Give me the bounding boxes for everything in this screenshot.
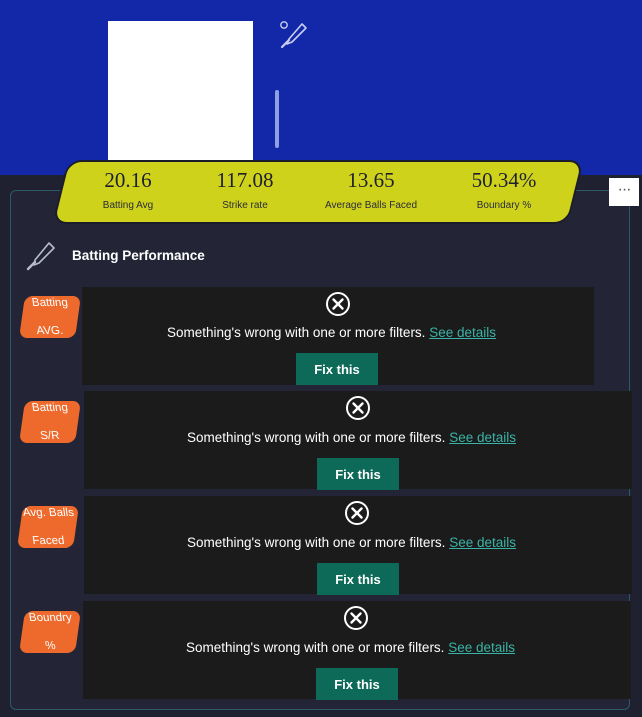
- see-details-link[interactable]: See details: [448, 640, 515, 655]
- fix-this-button[interactable]: Fix this: [317, 458, 399, 490]
- section-title: Batting Performance: [72, 248, 205, 263]
- metric-tag-batting-sr: Batting S/R: [19, 401, 81, 443]
- player-photo: [108, 21, 253, 161]
- error-message: Something's wrong with one or more filte…: [186, 640, 516, 655]
- stat-boundary-pct: 50.34% Boundary %: [459, 168, 549, 211]
- see-details-link[interactable]: See details: [449, 535, 516, 550]
- tag-line: Batting: [31, 297, 69, 309]
- error-card: Something's wrong with one or more filte…: [84, 496, 632, 595]
- tag-line: Faced: [31, 535, 65, 547]
- error-message: Something's wrong with one or more filte…: [187, 430, 517, 445]
- more-options-button[interactable]: ···: [609, 178, 639, 206]
- close-circle-icon: [345, 501, 369, 525]
- error-card: Something's wrong with one or more filte…: [82, 287, 594, 385]
- stat-value: 13.65: [347, 168, 395, 192]
- error-card: Something's wrong with one or more filte…: [83, 601, 631, 700]
- scroll-handle[interactable]: [275, 90, 279, 148]
- error-message: Something's wrong with one or more filte…: [187, 535, 517, 550]
- error-message: Something's wrong with one or more filte…: [167, 325, 497, 340]
- stat-value: 50.34%: [471, 168, 537, 192]
- header-banner: [0, 0, 642, 175]
- tag-line: AVG.: [35, 325, 65, 337]
- tag-line: Batting: [31, 402, 69, 414]
- stat-label: Batting Avg: [102, 200, 154, 211]
- tag-line: S/R: [39, 430, 61, 442]
- stat-value: 117.08: [216, 168, 274, 192]
- see-details-link[interactable]: See details: [449, 430, 516, 445]
- fix-this-button[interactable]: Fix this: [296, 353, 378, 385]
- cricket-bat-icon: [280, 21, 307, 49]
- stat-strike-rate: 117.08 Strike rate: [205, 168, 285, 211]
- close-circle-icon: [326, 292, 350, 316]
- stat-label: Average Balls Faced: [324, 200, 418, 211]
- tag-line: Boundry: [27, 612, 73, 624]
- metric-tag-boundary-pct: Boundry%: [19, 611, 81, 653]
- fix-this-button[interactable]: Fix this: [317, 563, 399, 595]
- tag-line: Avg. Balls: [21, 507, 75, 519]
- close-circle-icon: [346, 396, 370, 420]
- metric-tag-batting-avg: Batting AVG.: [19, 296, 81, 338]
- close-circle-icon: [344, 606, 368, 630]
- tag-line: %: [44, 640, 56, 652]
- error-card: Something's wrong with one or more filte…: [84, 391, 632, 490]
- metric-tag-avg-balls-faced: Avg. Balls Faced: [17, 506, 79, 548]
- stat-value: 20.16: [104, 168, 152, 192]
- cricket-bat-icon: [26, 242, 55, 271]
- stat-average-balls-faced: 13.65 Average Balls Faced: [316, 168, 426, 211]
- fix-this-button[interactable]: Fix this: [316, 668, 398, 700]
- stat-label: Strike rate: [222, 200, 268, 211]
- stat-batting-avg: 20.16 Batting Avg: [88, 168, 168, 211]
- stat-label: Boundary %: [476, 200, 532, 211]
- see-details-link[interactable]: See details: [429, 325, 496, 340]
